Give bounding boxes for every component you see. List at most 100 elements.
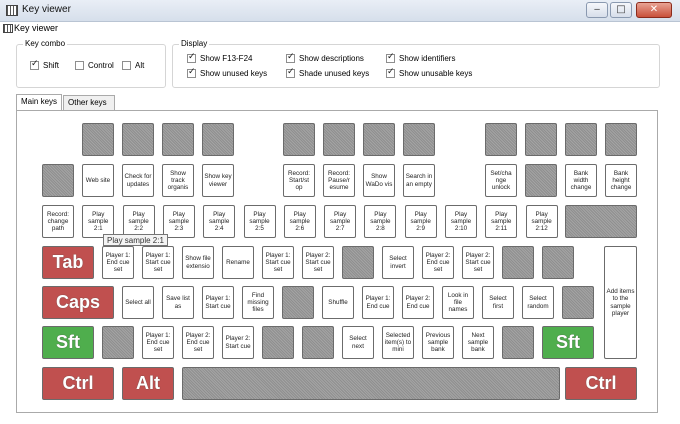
key-play-sample-2-9[interactable]: Play sample 2:9 [404,205,437,238]
key-alt[interactable]: Alt [122,367,174,400]
menu-key-viewer[interactable]: Key viewer [14,23,58,33]
key-select-next[interactable]: Select next [342,326,374,359]
key-player-1-start-cue[interactable]: Player 1: Start cue [202,286,234,319]
key-player-2-start-cue[interactable]: Player 2: Start cue [222,326,254,359]
checkbox[interactable] [386,67,395,78]
checkbox[interactable] [187,52,196,63]
key-player-2-start-cue-set[interactable]: Player 2: Start cue set [302,246,334,279]
key-select-invert[interactable]: Select invert [382,246,414,279]
key-unused[interactable] [182,367,560,400]
key-unused[interactable] [525,164,557,197]
key-rename[interactable]: Rename [222,246,254,279]
key-check-for-updates[interactable]: Check for updates [122,164,154,197]
minimize-button[interactable]: ‒ [586,2,608,18]
key-unused[interactable] [302,326,334,359]
key-search-in-an-empty[interactable]: Search in an empty [403,164,435,197]
checkbox[interactable] [386,52,395,63]
key-player-2-end-cue-set[interactable]: Player 2: End cue set [422,246,454,279]
key-player-1-start-cue-set[interactable]: Player 1: Start cue set [262,246,294,279]
key-shuffle[interactable]: Shuffle [322,286,354,319]
key-show-track-organis[interactable]: Show track organis [162,164,194,197]
key-play-sample-2-6[interactable]: Play sample 2:6 [283,205,316,238]
checkbox[interactable] [75,61,84,70]
close-button[interactable]: ✕ [636,2,672,18]
key-play-sample-2-4[interactable]: Play sample 2:4 [203,205,236,238]
checkbox[interactable] [286,67,295,78]
key-bank-height-change[interactable]: Bank height change [605,164,637,197]
key-set-cha-nge-unlock[interactable]: Set/cha nge unlock [485,164,517,197]
checkbox[interactable] [286,52,295,63]
key-play-sample-2-10[interactable]: Play sample 2:10 [445,205,477,238]
key-unused[interactable] [562,286,594,319]
key-unused[interactable] [605,123,637,156]
key-caps[interactable]: Caps [42,286,114,319]
key-add-items-to-the-sample-player[interactable]: Add items to the sample player [604,246,637,359]
key-ctrl[interactable]: Ctrl [42,367,114,400]
key-player-1-start-cue-set[interactable]: Player 1: Start cue set [142,246,174,279]
key-unused[interactable] [403,123,435,156]
key-unused[interactable] [323,123,355,156]
checkbox-show-descriptions[interactable]: Show descriptions [286,52,364,63]
key-player-2-end-cue-set[interactable]: Player 2: End cue set [182,326,214,359]
key-player-1-end-cue-set[interactable]: Player 1: End cue set [142,326,174,359]
key-play-sample-2-11[interactable]: Play sample 2:11 [485,205,518,238]
key-play-sample-2-12[interactable]: Play sample 2:12 [525,205,558,238]
key-ctrl[interactable]: Ctrl [565,367,637,400]
tab-other-keys[interactable]: Other keys [63,95,115,110]
key-unused[interactable] [82,123,114,156]
key-select-all[interactable]: Select all [122,286,154,319]
key-unused[interactable] [282,286,314,319]
key-unused[interactable] [162,123,194,156]
checkbox[interactable] [122,61,131,70]
key-unused[interactable] [342,246,374,279]
key-sft[interactable]: Sft [542,326,594,359]
key-show-file-extensio[interactable]: Show file extensio [182,246,214,279]
key-previous-sample-bank[interactable]: Previous sample bank [422,326,454,359]
checkbox-show-identifiers[interactable]: Show identifiers [386,52,455,63]
key-unused[interactable] [502,246,534,279]
checkbox-show-unused-keys[interactable]: Show unused keys [187,67,267,78]
checkbox-shift[interactable]: Shift [30,59,59,70]
key-player-2-start-cue-set[interactable]: Player 2: Start cue set [462,246,494,279]
key-record-change-path[interactable]: Record: change path [42,205,74,238]
tab-main-keys[interactable]: Main keys [16,94,62,110]
key-player-1-end-cue-set[interactable]: Player 1: End cue set [102,246,134,279]
key-unused[interactable] [363,123,395,156]
key-unused[interactable] [565,123,597,156]
key-selected-item-s-to-mini[interactable]: Selected item(s) to mini [382,326,414,359]
key-save-list-as[interactable]: Save list as [162,286,194,319]
key-select-random[interactable]: Select random [522,286,554,319]
key-player-2-end-cue[interactable]: Player 2: End cue [402,286,434,319]
key-unused[interactable] [122,123,154,156]
key-look-in-file-names[interactable]: Look in file names [442,286,474,319]
key-unused[interactable] [283,123,315,156]
key-unused[interactable] [502,326,534,359]
checkbox-alt[interactable]: Alt [122,61,144,70]
key-player-1-end-cue[interactable]: Player 1: End cue [362,286,394,319]
key-play-sample-2-7[interactable]: Play sample 2:7 [324,205,357,238]
key-unused[interactable] [485,123,517,156]
checkbox-shade-unused-keys[interactable]: Shade unused keys [286,67,369,78]
key-show-key-viewer[interactable]: Show key viewer [202,164,234,197]
key-record-start-st-op[interactable]: Record: Start/st op [283,164,315,197]
key-select-first[interactable]: Select first [482,286,514,319]
key-unused[interactable] [565,205,637,238]
key-next-sample-bank[interactable]: Next sample bank [462,326,494,359]
key-unused[interactable] [262,326,294,359]
key-tab[interactable]: Tab [42,246,94,279]
key-sft[interactable]: Sft [42,326,94,359]
key-unused[interactable] [42,164,74,197]
key-web-site[interactable]: Web site [82,164,114,197]
checkbox-show-unusable-keys[interactable]: Show unusable keys [386,67,472,78]
checkbox-control[interactable]: Control [75,61,114,70]
key-find-missing-files[interactable]: Find missing files [242,286,274,319]
checkbox[interactable] [30,59,39,70]
key-unused[interactable] [542,246,574,279]
key-show-wado-vis[interactable]: Show WaDo vis [363,164,395,197]
checkbox[interactable] [187,67,196,78]
maximize-button[interactable]: □ [610,2,632,18]
key-bank-width-change[interactable]: Bank width change [565,164,597,197]
key-unused[interactable] [202,123,234,156]
key-record-pause-r-esume[interactable]: Record: Pause/r esume [323,164,355,197]
key-play-sample-2-5[interactable]: Play sample 2:5 [243,205,276,238]
